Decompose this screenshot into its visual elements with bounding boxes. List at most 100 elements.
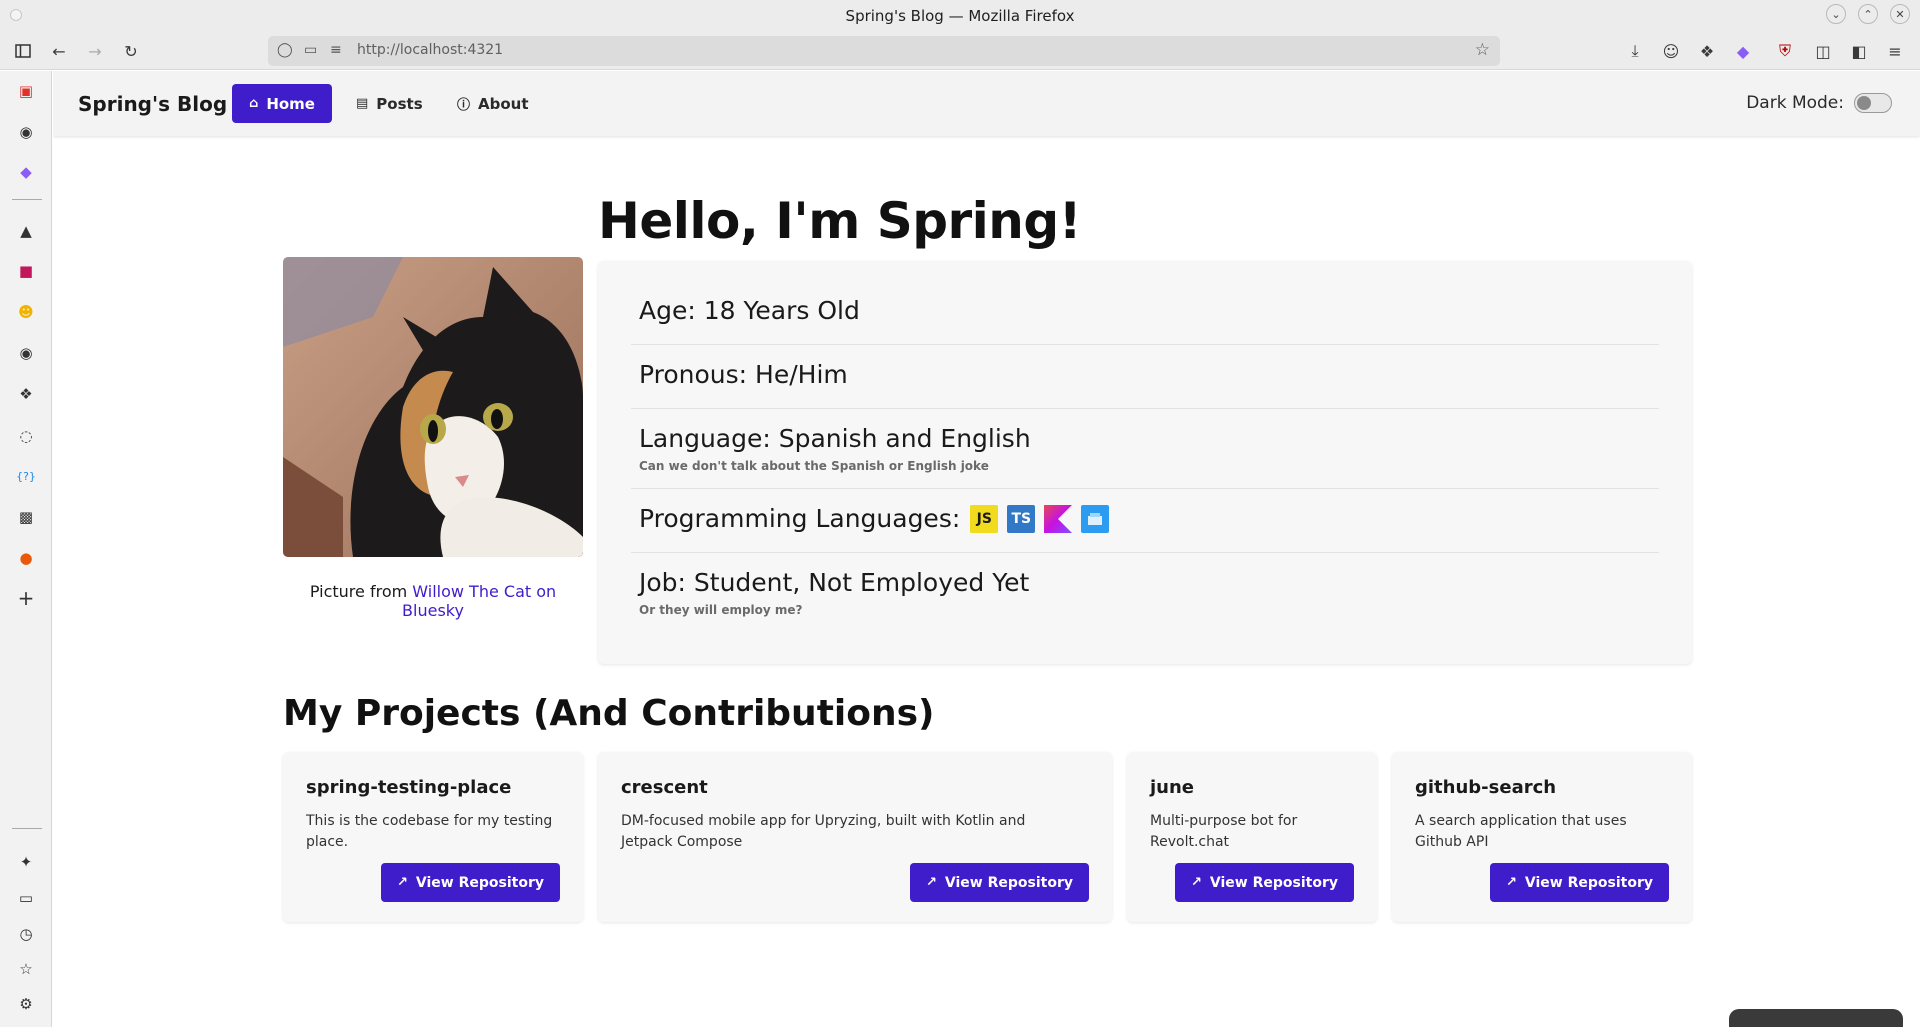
- shield-icon[interactable]: ◯: [277, 42, 293, 58]
- address-bar[interactable]: ◯ ▭ ≡ http://localhost:4321 ☆: [268, 36, 1500, 66]
- web-page: Spring's Blog ⌂ Home ▤ Posts ⓘ About Dar…: [53, 71, 1920, 1027]
- view-repository-label: View Repository: [415, 874, 544, 891]
- hero-title: Hello, I'm Spring!: [598, 192, 1082, 250]
- dark-mode-control: Dark Mode:: [1746, 93, 1892, 113]
- external-link-icon: ↗: [1191, 875, 1202, 890]
- maximize-icon[interactable]: ⌃: [1858, 4, 1878, 24]
- dark-mode-toggle[interactable]: [1854, 93, 1892, 113]
- project-card: spring-testing-place This is the codebas…: [283, 752, 583, 922]
- photo-caption: Picture from Willow The Cat on Bluesky: [283, 582, 583, 620]
- container-icon[interactable]: ◫: [1813, 41, 1833, 61]
- info-row-job: Job: Student, Not Employed Yet Or they w…: [631, 553, 1659, 633]
- project-description: A search application that uses Github AP…: [1415, 813, 1627, 850]
- view-repository-button[interactable]: ↗ View Repository: [1490, 863, 1669, 902]
- javascript-icon: JS: [970, 504, 999, 533]
- programming-label: Programming Languages:: [639, 504, 961, 533]
- extensions-icon[interactable]: ❖: [1697, 41, 1717, 61]
- info-job: Job: Student, Not Employed Yet: [639, 568, 1030, 597]
- firefox-icon[interactable]: ●: [16, 548, 36, 568]
- site-info-icon[interactable]: ≡: [330, 42, 342, 58]
- project-description: Multi-purpose bot for Revolt.chat: [1150, 813, 1298, 850]
- info-icon: ⓘ: [457, 98, 471, 113]
- window-menu-icon[interactable]: [10, 9, 22, 21]
- add-icon[interactable]: +: [16, 586, 36, 610]
- external-link-icon: ↗: [1506, 875, 1517, 890]
- extension-icon[interactable]: ◆: [16, 162, 36, 182]
- bookmark-star-icon[interactable]: ☆: [1475, 40, 1490, 60]
- sidebar-toggle-icon[interactable]: [13, 41, 33, 61]
- back-icon[interactable]: ←: [49, 41, 69, 61]
- extension-purple-icon[interactable]: ◆: [1733, 41, 1753, 61]
- url-text[interactable]: http://localhost:4321: [357, 42, 503, 58]
- nav-posts-link[interactable]: ▤ Posts: [339, 84, 440, 123]
- project-name: github-search: [1415, 777, 1557, 798]
- project-description: This is the codebase for my testing plac…: [306, 813, 553, 850]
- bluesky-link[interactable]: Willow The Cat on Bluesky: [402, 582, 556, 620]
- nav-home-link[interactable]: ⌂ Home: [232, 84, 332, 123]
- home-icon: ⌂: [249, 96, 259, 111]
- pocket-icon[interactable]: ▣: [16, 81, 36, 101]
- sidebar-icon[interactable]: ◧: [1849, 41, 1869, 61]
- history-icon[interactable]: ◷: [16, 924, 36, 944]
- project-card: june Multi-purpose bot for Revolt.chat ↗…: [1127, 752, 1377, 922]
- info-language: Language: Spanish and English: [639, 424, 1031, 453]
- browser-sidebar: ▣ ◉ ◆ ▲ ■ ☻ ◉ ❖ ◌ {?} ▩ ● + ✦ ▭ ◷ ☆ ⚙: [0, 71, 52, 1027]
- sidebar-divider: [12, 199, 42, 200]
- dark-mode-label: Dark Mode:: [1746, 93, 1844, 113]
- nav-posts-label: Posts: [376, 94, 423, 113]
- info-row-programming: Programming Languages: JS TS: [631, 489, 1659, 553]
- github-icon[interactable]: ◉: [16, 122, 36, 142]
- steam-icon[interactable]: ◌: [16, 426, 36, 446]
- project-card: crescent DM-focused mobile app for Upryz…: [598, 752, 1112, 922]
- view-repository-button[interactable]: ↗ View Repository: [1175, 863, 1354, 902]
- minimize-icon[interactable]: ⌄: [1826, 4, 1846, 24]
- reload-icon[interactable]: ↻: [121, 41, 141, 61]
- downloads-icon[interactable]: ⤓: [1625, 41, 1645, 61]
- toggle-knob: [1857, 96, 1871, 110]
- unsplash-icon[interactable]: ▩: [16, 507, 36, 527]
- sidebar-divider: [12, 828, 42, 829]
- forward-icon[interactable]: →: [85, 41, 105, 61]
- info-row-pronouns: Pronous: He/Him: [631, 345, 1659, 409]
- synced-tabs-icon[interactable]: ▭: [16, 888, 36, 908]
- settings-icon[interactable]: ⚙: [16, 994, 36, 1014]
- bookmarks-icon[interactable]: ☆: [16, 959, 36, 979]
- nav-about-label: About: [478, 94, 529, 113]
- menu-icon[interactable]: ≡: [1885, 41, 1905, 61]
- info-pronouns: Pronous: He/Him: [639, 360, 848, 389]
- project-name: spring-testing-place: [306, 777, 512, 798]
- site-navbar: Spring's Blog ⌂ Home ▤ Posts ⓘ About Dar…: [53, 71, 1920, 136]
- cpp-icon: [1081, 504, 1110, 533]
- view-repository-label: View Repository: [1209, 874, 1338, 891]
- nav-about-link[interactable]: ⓘ About: [440, 84, 546, 123]
- info-job-note: Or they will employ me?: [639, 603, 803, 617]
- notion-icon[interactable]: ▲: [16, 221, 36, 241]
- customize-icon[interactable]: ✦: [16, 852, 36, 872]
- window-titlebar: Spring's Blog — Mozilla Firefox ⌄ ⌃ ✕: [0, 0, 1920, 32]
- caption-prefix: Picture from: [309, 582, 408, 601]
- file-icon: ▤: [356, 96, 369, 111]
- toolbar-widget[interactable]: [1729, 1009, 1903, 1027]
- codepen-icon[interactable]: ❖: [16, 384, 36, 404]
- close-icon[interactable]: ✕: [1890, 4, 1910, 24]
- emoji-icon[interactable]: ☻: [16, 302, 36, 322]
- view-repository-label: View Repository: [1524, 874, 1653, 891]
- project-name: crescent: [621, 777, 708, 798]
- view-repository-button[interactable]: ↗ View Repository: [910, 863, 1089, 902]
- projects-heading: My Projects (And Contributions): [283, 693, 935, 734]
- project-description: DM-focused mobile app for Upryzing, buil…: [621, 813, 1026, 850]
- ublock-icon[interactable]: ⛨: [1775, 41, 1795, 61]
- github-icon[interactable]: ◉: [16, 343, 36, 363]
- site-brand[interactable]: Spring's Blog: [78, 92, 227, 116]
- project-name: june: [1150, 777, 1195, 798]
- view-repository-button[interactable]: ↗ View Repository: [381, 863, 560, 902]
- page-icon[interactable]: ▭: [304, 42, 317, 58]
- cat-photo: [283, 257, 583, 557]
- typescript-icon: TS: [1007, 504, 1036, 533]
- jetbrains-icon[interactable]: ■: [16, 261, 36, 281]
- info-row-age: Age: 18 Years Old: [631, 281, 1659, 345]
- browser-toolbar: ← → ↻ ◯ ▭ ≡ http://localhost:4321 ☆ ⤓ ☺ …: [0, 32, 1920, 70]
- account-icon[interactable]: ☺: [1661, 41, 1681, 61]
- project-card: github-search A search application that …: [1392, 752, 1692, 922]
- docs-icon[interactable]: {?}: [16, 466, 36, 486]
